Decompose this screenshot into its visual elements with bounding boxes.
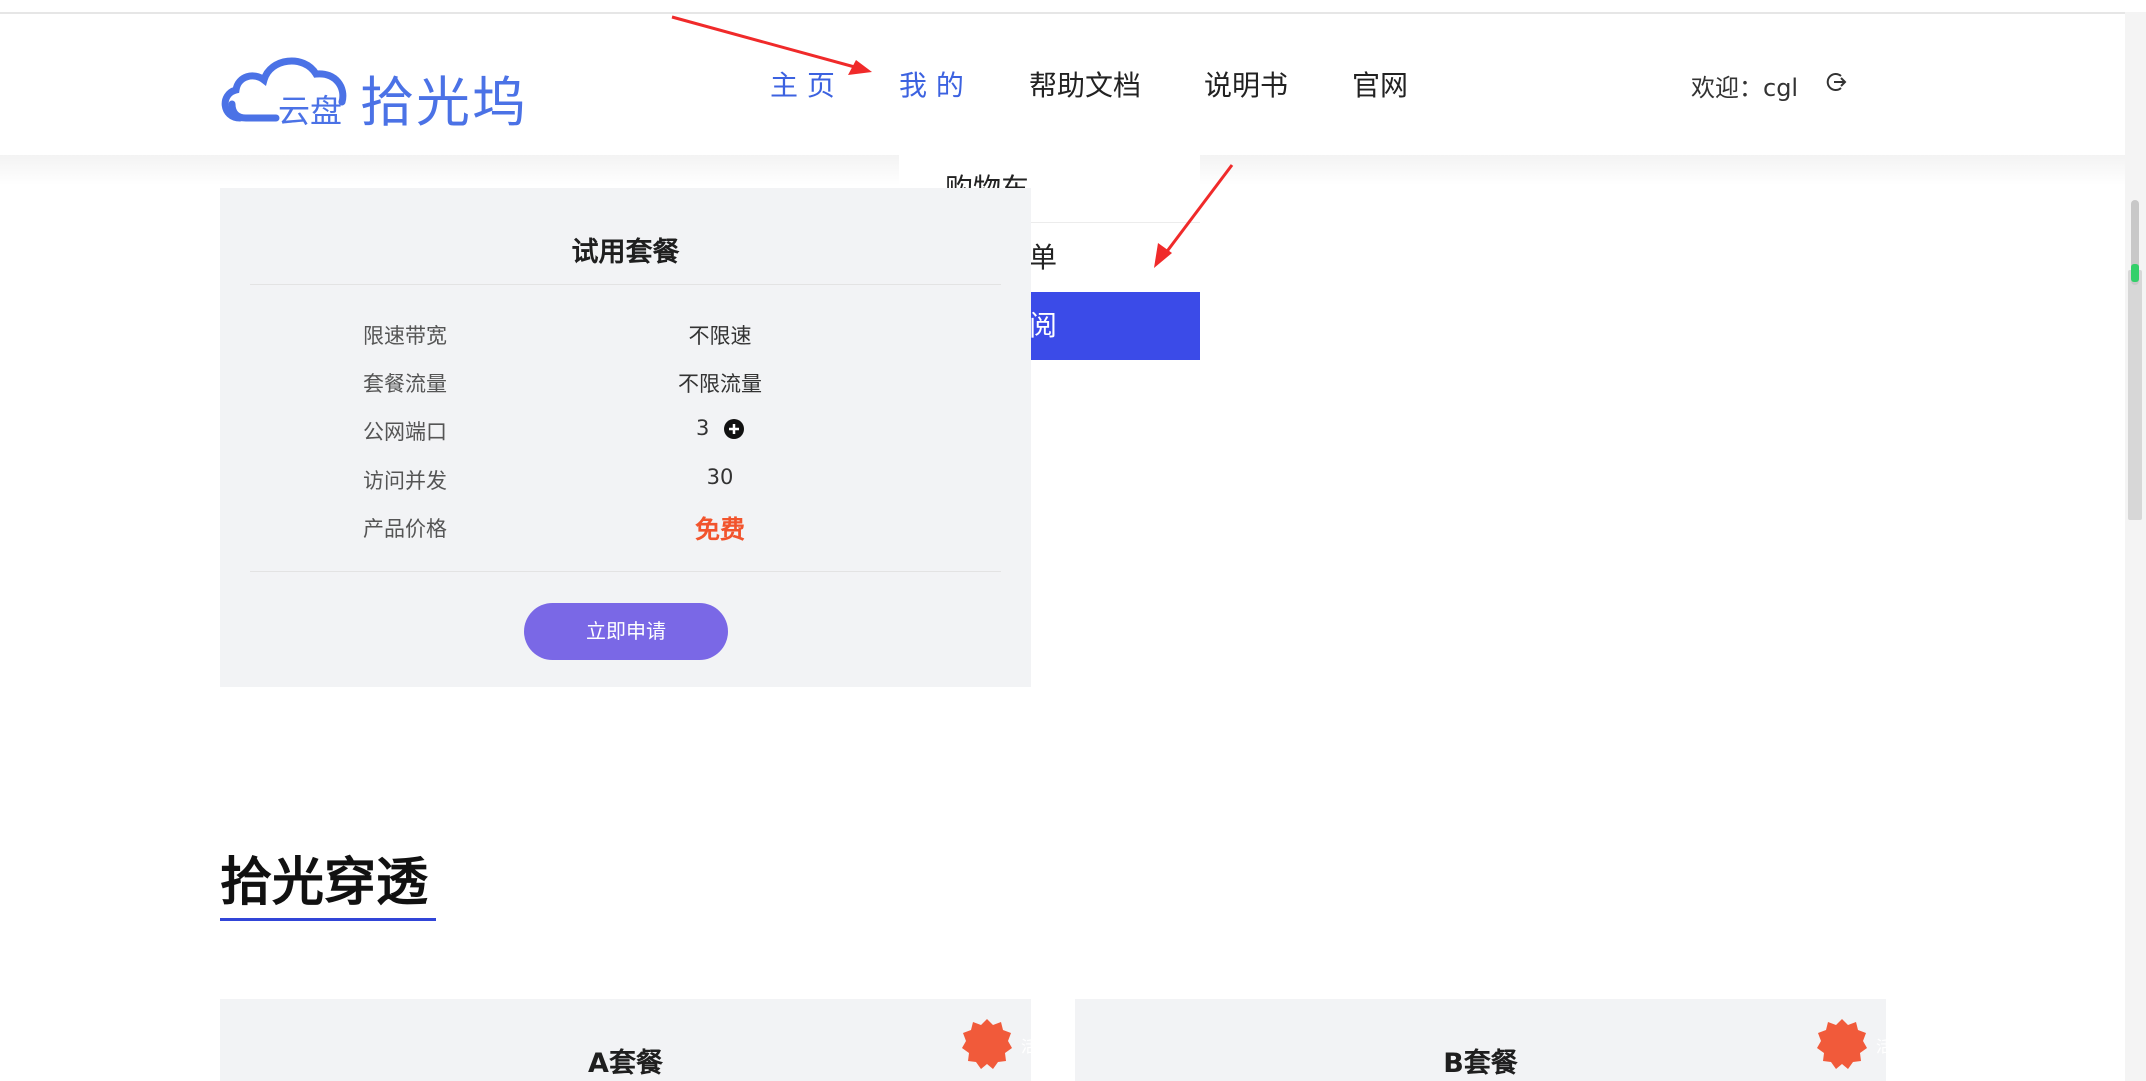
promo-badge: 活动 (962, 1019, 1053, 1069)
row-label-bandwidth: 限速带宽 (363, 324, 447, 348)
row-label-traffic: 套餐流量 (363, 372, 447, 396)
card-title: 试用套餐 (571, 237, 680, 268)
row-label-price: 产品价格 (363, 517, 447, 541)
scroll-indicator-marker (2131, 264, 2139, 282)
badge-text: 活动 (1020, 1037, 1053, 1056)
row-value-public-ports-wrap: 3 (620, 416, 820, 440)
plan-a-title: A套餐 (588, 1048, 663, 1079)
plan-a-card: A套餐 活动 (220, 999, 1053, 1081)
scrollbar-track[interactable] (2125, 12, 2146, 1081)
row-value-traffic: 不限流量 (678, 372, 762, 396)
badge-shape (1817, 1019, 1867, 1069)
card-divider (250, 284, 1001, 285)
apply-button[interactable]: 立即申请 (524, 603, 728, 660)
badge-shape (962, 1019, 1012, 1069)
card-divider (250, 571, 1001, 572)
nav-home[interactable]: 主 页 (770, 64, 835, 104)
nav-help-docs[interactable]: 帮助文档 (1029, 64, 1141, 104)
section-underline (220, 918, 436, 921)
add-port-icon[interactable] (724, 419, 745, 439)
welcome-text: 欢迎：cgl (1691, 74, 1799, 102)
brand-name: 拾光坞 (360, 71, 528, 134)
plan-b-title: B套餐 (1443, 1048, 1518, 1079)
row-value-bandwidth: 不限速 (688, 324, 752, 348)
promo-badge: 活动 (1817, 1019, 1908, 1069)
scrollbar-thumb[interactable] (2128, 270, 2142, 520)
row-value-public-ports: 3 (695, 416, 710, 440)
row-label-public-ports: 公网端口 (363, 420, 447, 444)
row-value-concurrency: 30 (706, 465, 734, 489)
trial-plan-card: 试用套餐 限速带宽 不限速 套餐流量 不限流量 公网端口 3 访问并发 30 产… (220, 188, 1031, 687)
row-value-price: 免费 (694, 515, 745, 544)
badge-text: 活动 (1875, 1037, 1908, 1056)
nav-manual[interactable]: 说明书 (1204, 64, 1288, 104)
logout-icon[interactable] (1826, 71, 1848, 93)
plan-b-card: B套餐 活动 (1075, 999, 1908, 1081)
nav-official-site[interactable]: 官网 (1352, 64, 1408, 104)
section-title: 拾光穿透 (220, 853, 429, 913)
row-label-concurrency: 访问并发 (363, 469, 447, 493)
logo-text: 云盘 (278, 92, 343, 130)
nav-mine[interactable]: 我 的 (899, 64, 964, 104)
